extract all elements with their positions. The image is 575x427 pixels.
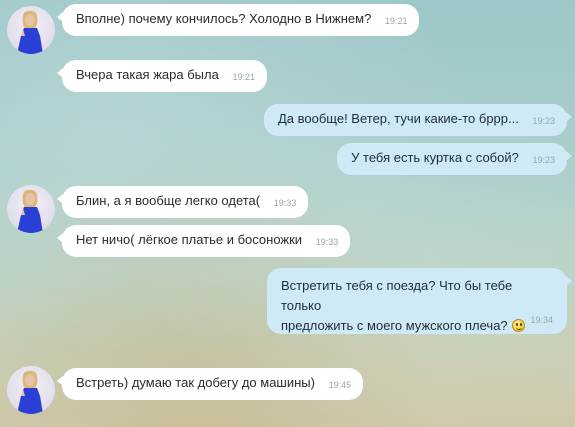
contact-avatar[interactable] [7,366,55,414]
message-text-line: Встретить тебя с поезда? Что бы тебе тол… [281,278,513,313]
message-bubble-incoming[interactable]: Встреть) думаю так добегу до машины) 19:… [56,368,364,400]
message-time: 19:33 [315,237,339,247]
message-time: 19:21 [232,72,255,82]
message-time: 19:33 [273,198,297,208]
message-bubble-incoming[interactable]: Вчера такая жара была 19:21 [57,60,267,92]
avatar-photo-icon [17,189,43,233]
message-bubble-outgoing[interactable]: Да вообще! Ветер, тучи какие-то бррр... … [263,104,573,136]
message-bubble-outgoing[interactable]: Встретить тебя с поезда? Что бы тебе тол… [267,268,572,336]
message-text: Нет ничо( лёгкое платье и босоножки [76,232,303,247]
message-text: Вчера такая жара была [76,67,219,82]
message-time: 19:34 [530,315,553,325]
message-time: 19:23 [532,155,555,165]
message-text: Встреть) думаю так добегу до машины) [76,375,315,390]
message-text: Да вообще! Ветер, тучи какие-то бррр... [277,111,519,126]
message-text-row: предложить с моего мужского плеча? [281,316,555,336]
message-time: 19:23 [532,116,555,126]
message-text: У тебя есть куртка с собой? [351,150,519,165]
contact-avatar[interactable] [7,185,55,233]
message-bubble-incoming[interactable]: Нет ничо( лёгкое платье и босоножки 19:3… [56,225,351,257]
message-bubble-incoming[interactable]: Вполне) почему кончилось? Холодно в Нижн… [56,4,420,36]
message-bubble-incoming[interactable]: Блин, а я вообще легко одета( 19:33 [56,186,309,218]
message-bubble-outgoing[interactable]: У тебя есть куртка с собой? 19:23 [337,143,572,175]
avatar-photo-icon [17,370,43,414]
message-text: Блин, а я вообще легко одета( [76,193,261,208]
smiley-emoji-icon [511,319,525,332]
message-time: 19:45 [328,380,352,390]
avatar-photo-icon [17,10,43,54]
contact-avatar[interactable] [7,6,55,54]
message-text-line: предложить с моего мужского плеча? [281,318,508,333]
message-text: Вполне) почему кончилось? Холодно в Нижн… [76,11,372,26]
message-time: 19:21 [384,16,408,26]
